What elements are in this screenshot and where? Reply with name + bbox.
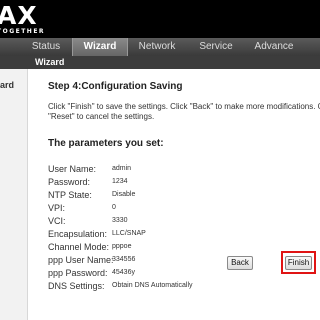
params-heading: The parameters you set: bbox=[48, 138, 164, 149]
param-value: 1234 bbox=[112, 178, 128, 185]
sub-nav: Wizard bbox=[0, 56, 320, 69]
param-value: 334556 bbox=[112, 256, 136, 263]
param-label: ppp Password: bbox=[48, 268, 108, 278]
brand-tagline: TOGETHER bbox=[0, 28, 46, 35]
param-label: Channel Mode: bbox=[48, 242, 110, 252]
param-row: User Name: admin bbox=[48, 164, 308, 176]
nav-tab-advance[interactable]: Advance bbox=[246, 38, 302, 56]
nav-tab-service[interactable]: Service bbox=[188, 38, 244, 56]
param-label: ppp User Name: bbox=[48, 255, 114, 265]
param-label: VCI: bbox=[48, 216, 66, 226]
instructions-line-1: Click "Finish" to save the settings. Cli… bbox=[48, 102, 320, 111]
param-value: admin bbox=[112, 165, 132, 172]
param-row: Channel Mode: pppoe bbox=[48, 242, 308, 254]
param-label: Encapsulation: bbox=[48, 229, 108, 239]
nav-tab-status[interactable]: Status bbox=[20, 38, 72, 56]
subnav-item-wizard[interactable]: Wizard bbox=[35, 56, 64, 69]
nav-tab-wizard[interactable]: Wizard bbox=[72, 38, 128, 56]
param-row: Encapsulation: LLC/SNAP bbox=[48, 229, 308, 241]
header-bar: AX TOGETHER bbox=[0, 0, 320, 38]
param-value: Disable bbox=[112, 191, 136, 198]
brand-logo: AX bbox=[0, 1, 38, 30]
param-value: 0 bbox=[112, 204, 116, 211]
page-title: Step 4:Configuration Saving bbox=[48, 81, 183, 92]
param-label: DNS Settings: bbox=[48, 281, 105, 291]
param-value: 3330 bbox=[112, 217, 128, 224]
param-row: NTP State: Disable bbox=[48, 190, 308, 202]
param-row: DNS Settings: Obtain DNS Automatically bbox=[48, 281, 308, 293]
nav-tab-network[interactable]: Network bbox=[128, 38, 186, 56]
finish-button[interactable]: Finish bbox=[285, 256, 312, 270]
sidebar-item-wizard[interactable]: ard bbox=[0, 80, 14, 90]
param-label: Password: bbox=[48, 177, 91, 187]
param-row: Password: 1234 bbox=[48, 177, 308, 189]
param-value: LLC/SNAP bbox=[112, 230, 146, 237]
param-row: ppp Password: 45436y bbox=[48, 268, 308, 280]
main-content: Step 4:Configuration Saving Click "Finis… bbox=[28, 69, 320, 320]
instructions-line-2: "Reset" to cancel the settings. bbox=[48, 112, 155, 121]
param-row: ppp User Name: 334556 bbox=[48, 255, 308, 267]
param-value: Obtain DNS Automatically bbox=[112, 282, 193, 289]
instructions-text: Click "Finish" to save the settings. Cli… bbox=[48, 102, 320, 122]
param-label: User Name: bbox=[48, 164, 97, 174]
param-row: VPI: 0 bbox=[48, 203, 308, 215]
param-value: pppoe bbox=[112, 243, 132, 250]
param-label: VPI: bbox=[48, 203, 66, 213]
sidebar: ard bbox=[0, 69, 28, 320]
param-label: NTP State: bbox=[48, 190, 92, 200]
param-value: 45436y bbox=[112, 269, 135, 276]
back-button[interactable]: Back bbox=[227, 256, 253, 270]
param-row: VCI: 3330 bbox=[48, 216, 308, 228]
main-nav: Status Wizard Network Service Advance bbox=[0, 38, 320, 56]
